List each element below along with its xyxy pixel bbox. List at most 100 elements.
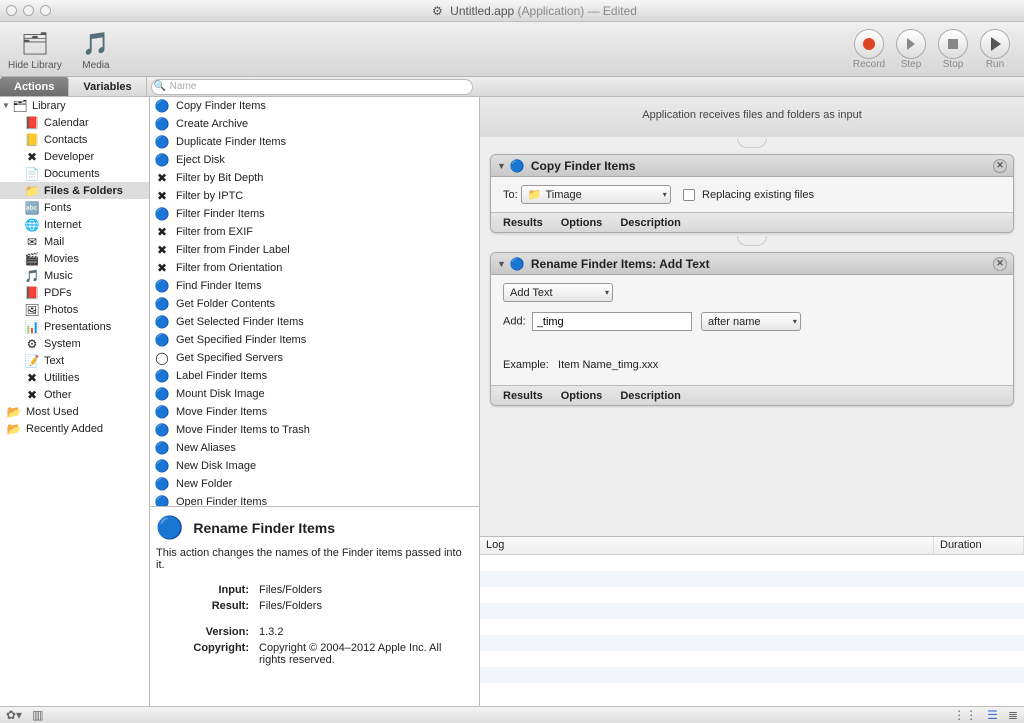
run-button[interactable]: Run — [974, 29, 1016, 70]
library-item-pdfs[interactable]: 📕PDFs — [0, 284, 149, 301]
action-item-filter-by-iptc[interactable]: ✖Filter by IPTC — [150, 187, 479, 205]
search-input[interactable]: Name — [151, 79, 473, 95]
action-item-eject-disk[interactable]: 🔵Eject Disk — [150, 151, 479, 169]
action-item-label: New Disk Image — [176, 460, 256, 472]
log-column-header[interactable]: Log — [480, 537, 934, 554]
minimize-window-icon[interactable] — [23, 5, 34, 16]
library-item-fonts[interactable]: 🔤Fonts — [0, 199, 149, 216]
results-tab[interactable]: Results — [503, 217, 543, 229]
action-item-filter-finder-items[interactable]: 🔵Filter Finder Items — [150, 205, 479, 223]
actions-list: 🔵Copy Finder Items🔵Create Archive🔵Duplic… — [150, 97, 479, 506]
action-item-get-specified-servers[interactable]: ◯Get Specified Servers — [150, 349, 479, 367]
library-item-most-used[interactable]: 📂Most Used — [0, 403, 149, 420]
action-item-new-folder[interactable]: 🔵New Folder — [150, 475, 479, 493]
library-item-recently-added[interactable]: 📂Recently Added — [0, 420, 149, 437]
folder-icon: 📂 — [6, 421, 22, 437]
category-icon: 🎬 — [24, 251, 40, 267]
library-root[interactable]: ▼ 🗂 Library — [0, 97, 149, 114]
action-item-filter-from-orientation[interactable]: ✖ Filter from Orientation — [150, 259, 479, 277]
zoom-window-icon[interactable] — [40, 5, 51, 16]
finder-icon: 🔵 — [156, 515, 183, 541]
disclosure-icon[interactable]: ▼ — [497, 259, 506, 269]
action-item-new-disk-image[interactable]: 🔵New Disk Image — [150, 457, 479, 475]
action-item-move-finder-items[interactable]: 🔵Move Finder Items — [150, 403, 479, 421]
action-item-open-finder-items[interactable]: 🔵Open Finder Items — [150, 493, 479, 506]
library-item-system[interactable]: ⚙System — [0, 335, 149, 352]
results-tab[interactable]: Results — [503, 390, 543, 402]
finder-icon: 🔵 — [154, 278, 170, 294]
status-bar: ✿▾ ▥ ⋮⋮ ☰ ≣ — [0, 706, 1024, 723]
library-item-label: Music — [44, 270, 73, 282]
rename-mode-dropdown[interactable]: Add Text — [503, 283, 613, 302]
drag-handle-icon[interactable]: ⋮⋮ — [953, 708, 977, 722]
action-item-mount-disk-image[interactable]: 🔵Mount Disk Image — [150, 385, 479, 403]
disclosure-icon[interactable]: ▼ — [497, 161, 506, 171]
options-tab[interactable]: Options — [561, 390, 603, 402]
action-item-label: Move Finder Items — [176, 406, 267, 418]
connector-icon — [737, 236, 767, 246]
view-list-icon[interactable]: ☰ — [987, 708, 998, 722]
view-cols-icon[interactable]: ≣ — [1008, 708, 1018, 722]
library-item-contacts[interactable]: 📒Contacts — [0, 131, 149, 148]
action-item-get-folder-contents[interactable]: 🔵Get Folder Contents — [150, 295, 479, 313]
library-item-other[interactable]: ✖Other — [0, 386, 149, 403]
record-button[interactable]: Record — [848, 29, 890, 70]
action-item-new-aliases[interactable]: 🔵New Aliases — [150, 439, 479, 457]
library-item-presentations[interactable]: 📊Presentations — [0, 318, 149, 335]
library-item-developer[interactable]: ✖Developer — [0, 148, 149, 165]
finder-icon: 🔵 — [154, 368, 170, 384]
remove-action-button[interactable]: ✕ — [993, 257, 1007, 271]
close-window-icon[interactable] — [6, 5, 17, 16]
library-item-mail[interactable]: ✉Mail — [0, 233, 149, 250]
library-item-text[interactable]: 📝Text — [0, 352, 149, 369]
library-item-calendar[interactable]: 📕Calendar — [0, 114, 149, 131]
action-item-label: Filter from Orientation — [176, 262, 282, 274]
action-item-move-finder-items-to-trash[interactable]: 🔵Move Finder Items to Trash — [150, 421, 479, 439]
action-item-copy-finder-items[interactable]: 🔵Copy Finder Items — [150, 97, 479, 115]
folder-icon: 📂 — [6, 404, 22, 420]
action-item-label: Duplicate Finder Items — [176, 136, 286, 148]
add-text-input[interactable] — [532, 312, 692, 331]
action-item-get-selected-finder-items[interactable]: 🔵Get Selected Finder Items — [150, 313, 479, 331]
action-item-get-specified-finder-items[interactable]: 🔵Get Specified Finder Items — [150, 331, 479, 349]
toolbar: 🗂 Hide Library 🎵 Media Record Step Stop … — [0, 22, 1024, 77]
finder-icon: ✖ — [154, 260, 170, 276]
library-item-utilities[interactable]: ✖Utilities — [0, 369, 149, 386]
tab-actions[interactable]: Actions — [0, 77, 69, 96]
disclosure-icon: ▼ — [2, 101, 12, 110]
library-item-internet[interactable]: 🌐Internet — [0, 216, 149, 233]
stop-button[interactable]: Stop — [932, 29, 974, 70]
tab-variables[interactable]: Variables — [69, 77, 146, 96]
gear-menu-icon[interactable]: ✿▾ — [6, 708, 22, 722]
library-item-music[interactable]: 🎵Music — [0, 267, 149, 284]
description-tab[interactable]: Description — [620, 390, 681, 402]
destination-folder-dropdown[interactable]: Timage — [521, 185, 671, 204]
duration-column-header[interactable]: Duration — [934, 537, 1024, 554]
category-icon: 📄 — [24, 166, 40, 182]
action-item-label-finder-items[interactable]: 🔵Label Finder Items — [150, 367, 479, 385]
remove-action-button[interactable]: ✕ — [993, 159, 1007, 173]
position-dropdown[interactable]: after name — [701, 312, 801, 331]
library-item-movies[interactable]: 🎬Movies — [0, 250, 149, 267]
library-item-photos[interactable]: 🖼Photos — [0, 301, 149, 318]
library-item-label: Contacts — [44, 134, 87, 146]
description-tab[interactable]: Description — [620, 217, 681, 229]
action-item-find-finder-items[interactable]: 🔵Find Finder Items — [150, 277, 479, 295]
library-item-documents[interactable]: 📄Documents — [0, 165, 149, 182]
replace-existing-checkbox[interactable] — [683, 189, 695, 201]
workflow-action-rename-finder-items[interactable]: ▼ 🔵 Rename Finder Items: Add Text ✕ Add … — [490, 252, 1014, 406]
action-item-filter-by-bit-depth[interactable]: ✖Filter by Bit Depth — [150, 169, 479, 187]
workflow-action-copy-finder-items[interactable]: ▼ 🔵 Copy Finder Items ✕ To: Timage Repla… — [490, 154, 1014, 233]
action-item-filter-from-exif[interactable]: ✖Filter from EXIF — [150, 223, 479, 241]
media-button[interactable]: 🎵 Media — [80, 28, 112, 71]
action-item-label: Get Specified Finder Items — [176, 334, 306, 346]
action-item-filter-from-finder-label[interactable]: ✖Filter from Finder Label — [150, 241, 479, 259]
action-item-create-archive[interactable]: 🔵Create Archive — [150, 115, 479, 133]
step-button[interactable]: Step — [890, 29, 932, 70]
hide-library-button[interactable]: 🗂 Hide Library — [8, 28, 62, 71]
panel-toggle-icon[interactable]: ▥ — [32, 708, 43, 722]
action-item-duplicate-finder-items[interactable]: 🔵Duplicate Finder Items — [150, 133, 479, 151]
window-titlebar: ⚙ Untitled.app (Application) — Edited — [0, 0, 1024, 22]
options-tab[interactable]: Options — [561, 217, 603, 229]
library-item-files-folders[interactable]: 📁Files & Folders — [0, 182, 149, 199]
